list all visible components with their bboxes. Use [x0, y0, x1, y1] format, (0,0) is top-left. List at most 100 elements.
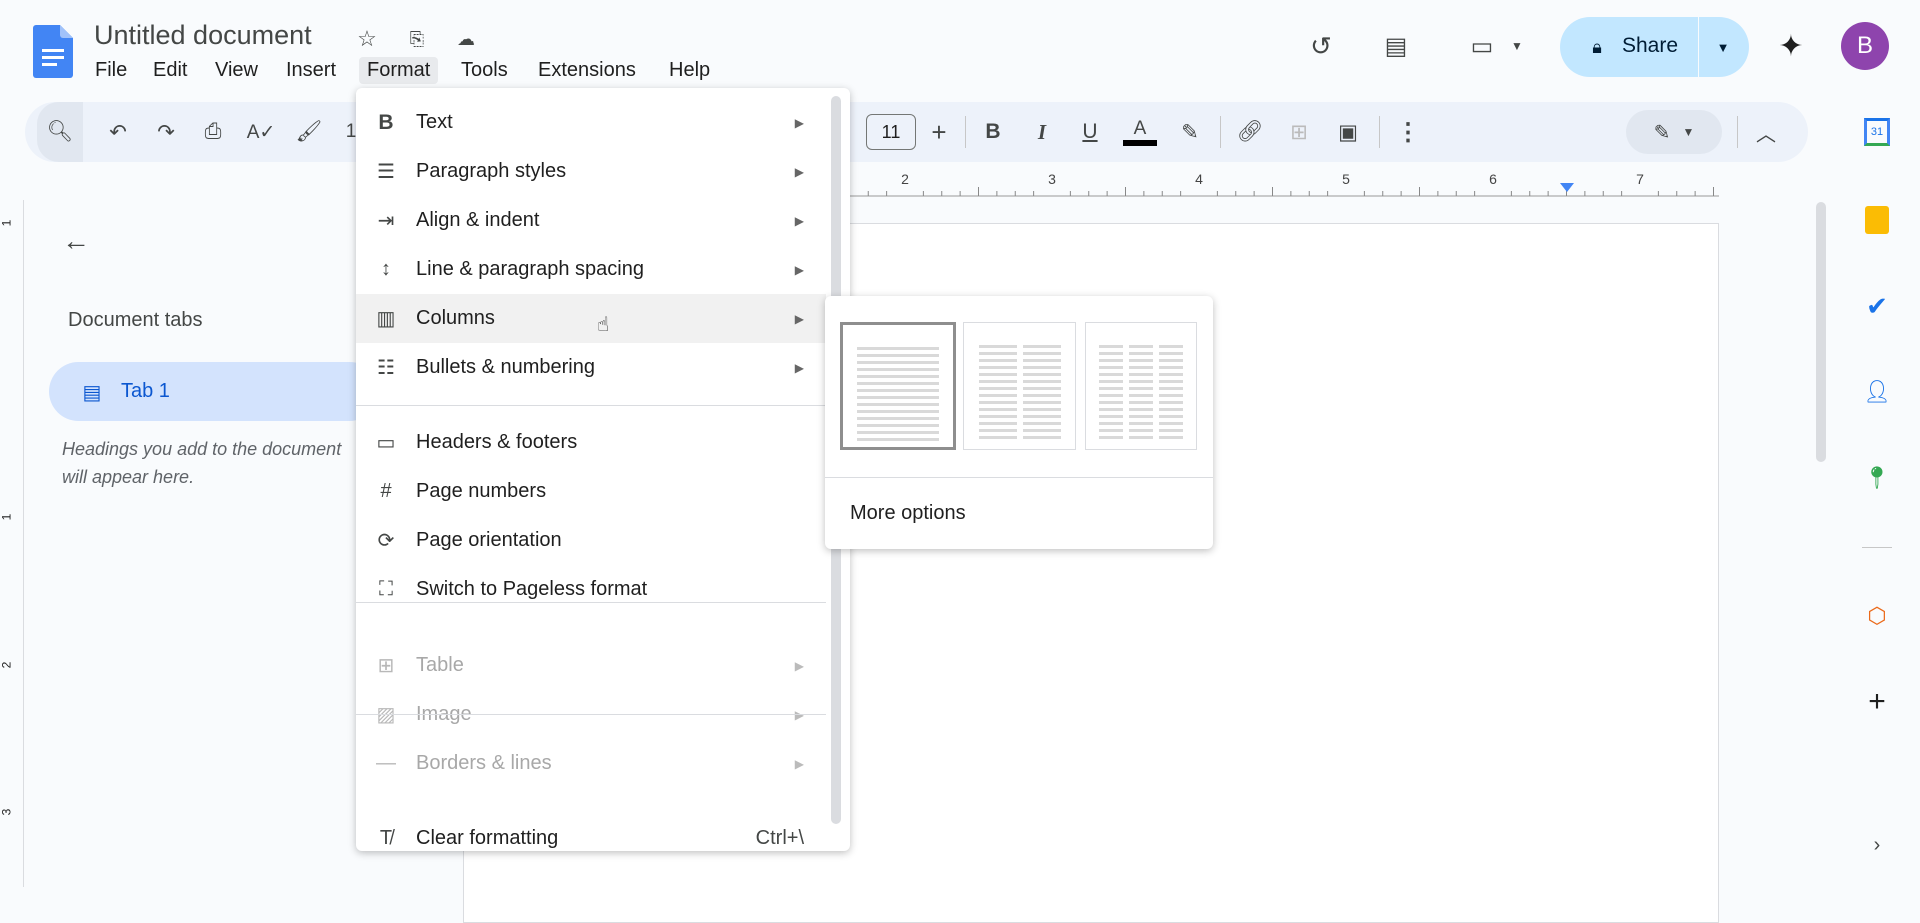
undo-icon[interactable]: ↶: [100, 102, 136, 162]
addon-icon[interactable]: ⬡: [1861, 600, 1893, 632]
table-icon: ⊞: [377, 655, 395, 677]
vertical-scrollbar[interactable]: [1816, 202, 1826, 462]
submenu-arrow-icon: ▶: [794, 658, 804, 673]
menu-item-borders-lines[interactable]: — Borders & lines ▶: [356, 739, 826, 788]
right-indent-marker: [1560, 183, 1574, 192]
two-column-option[interactable]: [963, 322, 1076, 450]
menu-item-label: Line & paragraph spacing: [416, 258, 644, 280]
page-orientation-icon: ⟳: [377, 530, 395, 552]
ruler-number: 4: [1195, 171, 1203, 187]
submenu-arrow-icon: ▶: [794, 213, 804, 228]
bold-button[interactable]: B: [975, 102, 1011, 162]
hide-menus-icon[interactable]: ︿: [1748, 102, 1784, 162]
text-color-button[interactable]: A: [1122, 102, 1158, 162]
menu-insert[interactable]: Insert: [278, 57, 344, 84]
menu-file[interactable]: File: [87, 57, 135, 84]
shortcut-label: Ctrl+\: [755, 827, 804, 849]
menu-item-label: Paragraph styles: [416, 160, 567, 182]
menu-item-label: Headers & footers: [416, 431, 578, 453]
highlight-icon[interactable]: ✎: [1172, 102, 1208, 162]
get-addons-icon[interactable]: +: [1861, 685, 1893, 718]
calendar-icon[interactable]: 31: [1861, 116, 1893, 148]
increase-font-size-icon[interactable]: +: [921, 102, 957, 162]
move-folder-icon[interactable]: ⎘: [402, 24, 432, 54]
submenu-arrow-icon: ▶: [794, 115, 804, 130]
menu-item-switch-to-pageless-format[interactable]: ⛶ Switch to Pageless format: [356, 565, 826, 614]
menu-item-label: Page orientation: [416, 529, 562, 551]
columns-submenu: More options: [825, 296, 1213, 549]
avatar[interactable]: B: [1841, 22, 1889, 70]
cloud-saved-icon[interactable]: ☁: [450, 24, 482, 54]
gemini-icon[interactable]: ✦: [1774, 29, 1808, 63]
one-column-option[interactable]: [840, 322, 956, 450]
line-spacing-icon: ↕: [381, 258, 391, 280]
menu-item-label: Align & indent: [416, 209, 540, 231]
menu-item-clear-formatting[interactable]: T̸ Clear formatting Ctrl+\: [356, 814, 826, 851]
contacts-icon[interactable]: 👤︎: [1861, 376, 1893, 408]
menu-extensions[interactable]: Extensions: [530, 57, 644, 84]
comments-icon[interactable]: ▤: [1379, 29, 1413, 63]
ruler-number: 5: [1342, 171, 1350, 187]
columns-icon: ▥: [376, 308, 396, 330]
font-size-input[interactable]: 11: [866, 114, 916, 150]
menu-format[interactable]: Format: [359, 57, 439, 84]
menu-tools[interactable]: Tools: [453, 57, 516, 84]
meet-icon[interactable]: ▭: [1462, 29, 1502, 63]
more-options-item[interactable]: More options: [850, 502, 966, 525]
menu-item-align-indent[interactable]: ⇥ Align & indent ▶: [356, 196, 826, 245]
keep-icon[interactable]: [1861, 204, 1893, 236]
menu-item-label: Text: [416, 111, 453, 133]
menu-item-table[interactable]: ⊞ Table ▶: [356, 641, 826, 690]
three-column-option[interactable]: [1085, 322, 1197, 450]
document-tabs-heading: Document tabs: [68, 309, 203, 331]
menu-edit[interactable]: Edit: [145, 57, 195, 84]
add-comment-icon[interactable]: ⊞: [1281, 102, 1317, 162]
indent-icon: ⇥: [377, 210, 395, 232]
menu-item-text[interactable]: B Text ▶: [356, 98, 826, 147]
tasks-icon[interactable]: ✔: [1861, 290, 1893, 322]
submenu-arrow-icon: ▶: [794, 311, 804, 326]
ruler-number: 2: [901, 171, 909, 187]
horizontal-ruler[interactable]: 2 3 4 5 6 7: [850, 170, 1720, 198]
version-history-icon[interactable]: ↺: [1304, 29, 1338, 63]
clear-format-icon: T̸: [379, 827, 393, 849]
ruler-number: 7: [1636, 171, 1644, 187]
more-options-icon[interactable]: ⋮: [1390, 102, 1426, 162]
menu-divider: [356, 714, 826, 715]
vertical-ruler[interactable]: 1 1 2 3: [0, 200, 24, 887]
italic-button[interactable]: I: [1024, 102, 1060, 162]
document-title[interactable]: Untitled document: [94, 20, 312, 51]
menu-view[interactable]: View: [207, 57, 266, 84]
spellcheck-icon[interactable]: A✓: [243, 102, 279, 162]
star-icon[interactable]: ☆: [352, 24, 382, 54]
insert-link-icon[interactable]: 🔗︎: [1232, 102, 1268, 162]
underline-button[interactable]: U: [1072, 102, 1108, 162]
share-label: Share: [1622, 34, 1679, 57]
editing-mode-button[interactable]: ✎ ▼: [1626, 110, 1722, 154]
menu-divider: [356, 602, 826, 603]
insert-image-icon[interactable]: ▣: [1330, 102, 1366, 162]
back-arrow-icon[interactable]: ←: [58, 225, 94, 257]
menu-item-label: Switch to Pageless format: [416, 578, 648, 600]
menu-item-line-paragraph-spacing[interactable]: ↕ Line & paragraph spacing ▶: [356, 245, 826, 294]
show-side-panel-icon[interactable]: ›: [1861, 829, 1893, 861]
menu-item-label: Clear formatting: [416, 827, 559, 849]
menu-item-page-numbers[interactable]: # Page numbers: [356, 467, 826, 516]
menu-item-columns[interactable]: ▥ Columns ▶: [356, 294, 826, 343]
menu-help[interactable]: Help: [661, 57, 718, 84]
search-menus-icon[interactable]: 🔍︎: [37, 102, 83, 162]
tab-1[interactable]: ▤ Tab 1: [49, 362, 379, 421]
paint-format-icon[interactable]: 🖌︎: [291, 102, 327, 162]
redo-icon[interactable]: ↷: [148, 102, 184, 162]
menu-item-page-orientation[interactable]: ⟳ Page orientation: [356, 516, 826, 565]
maps-icon[interactable]: 📍︎: [1861, 462, 1893, 494]
meet-dropdown-icon[interactable]: ▼: [1508, 36, 1526, 56]
docs-logo[interactable]: [33, 25, 73, 78]
menu-item-headers-footers[interactable]: ▭ Headers & footers: [356, 418, 826, 467]
share-button[interactable]: 🔒︎ Share ▼: [1560, 17, 1749, 77]
menu-item-label: Table: [416, 654, 464, 676]
menu-item-paragraph-styles[interactable]: ☰ Paragraph styles ▶: [356, 147, 826, 196]
menu-item-bullets-numbering[interactable]: ☷ Bullets & numbering ▶: [356, 343, 826, 392]
share-dropdown-icon[interactable]: ▼: [1705, 32, 1741, 62]
print-icon[interactable]: ⎙: [195, 102, 231, 162]
